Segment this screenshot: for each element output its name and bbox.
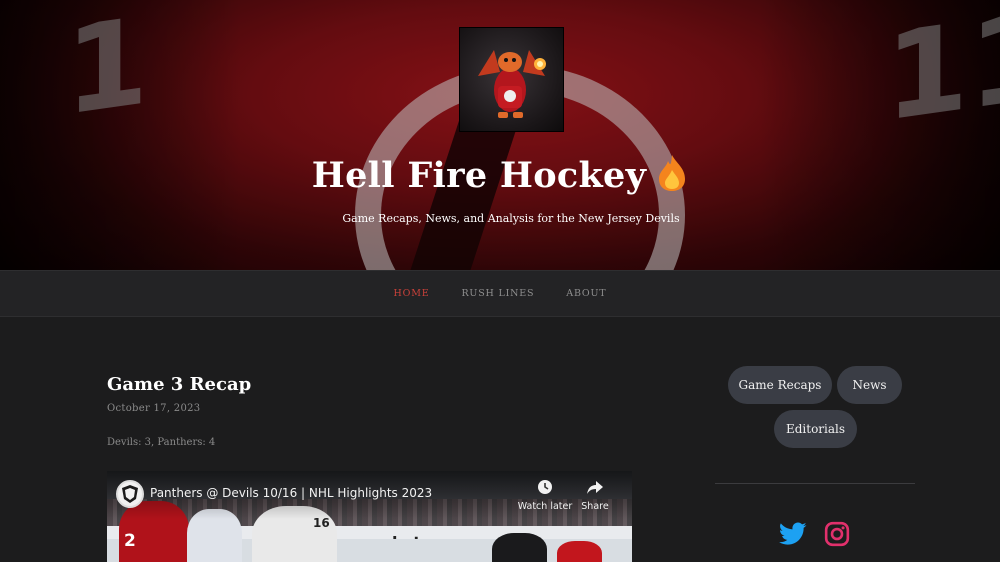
tag-news[interactable]: News <box>837 366 902 404</box>
main-navigation: HOME RUSH LINES ABOUT <box>0 270 1000 317</box>
share-button[interactable]: Share <box>577 479 613 512</box>
share-label: Share <box>581 501 609 512</box>
tag-editorials[interactable]: Editorials <box>774 410 857 448</box>
video-player-devils-right <box>557 541 602 562</box>
video-embed[interactable]: betway 2 16 Panthers @ Devils 10/16 | NH… <box>107 471 632 562</box>
post-date: October 17, 2023 <box>107 403 201 414</box>
video-player-dark <box>492 533 547 562</box>
fire-icon <box>656 154 688 201</box>
site-tagline: Game Recaps, News, and Analysis for the … <box>342 212 680 225</box>
tag-game-recaps[interactable]: Game Recaps <box>728 366 832 404</box>
post-excerpt: Devils: 3, Panthers: 4 <box>107 437 216 448</box>
nav-item-rush-lines[interactable]: RUSH LINES <box>461 288 534 299</box>
instagram-icon[interactable] <box>822 519 852 549</box>
video-title[interactable]: Panthers @ Devils 10/16 | NHL Highlights… <box>150 486 432 500</box>
sidebar-divider <box>715 483 915 484</box>
clock-icon <box>538 480 552 494</box>
dragon-mascot-icon <box>478 50 546 118</box>
site-title-text: Hell Fire Hockey <box>311 155 647 196</box>
watch-later-label: Watch later <box>517 501 573 512</box>
twitter-icon[interactable] <box>778 519 808 549</box>
site-title[interactable]: Hell Fire Hockey <box>0 154 1000 201</box>
site-logo[interactable] <box>459 27 564 132</box>
nav-item-about[interactable]: ABOUT <box>566 288 606 299</box>
video-player-number: 2 <box>124 531 136 551</box>
nav-item-home[interactable]: HOME <box>394 288 430 299</box>
share-arrow-icon <box>587 481 603 494</box>
watch-later-button[interactable]: Watch later <box>517 479 573 512</box>
post-title[interactable]: Game 3 Recap <box>107 374 251 395</box>
nhl-channel-icon[interactable] <box>116 480 144 508</box>
